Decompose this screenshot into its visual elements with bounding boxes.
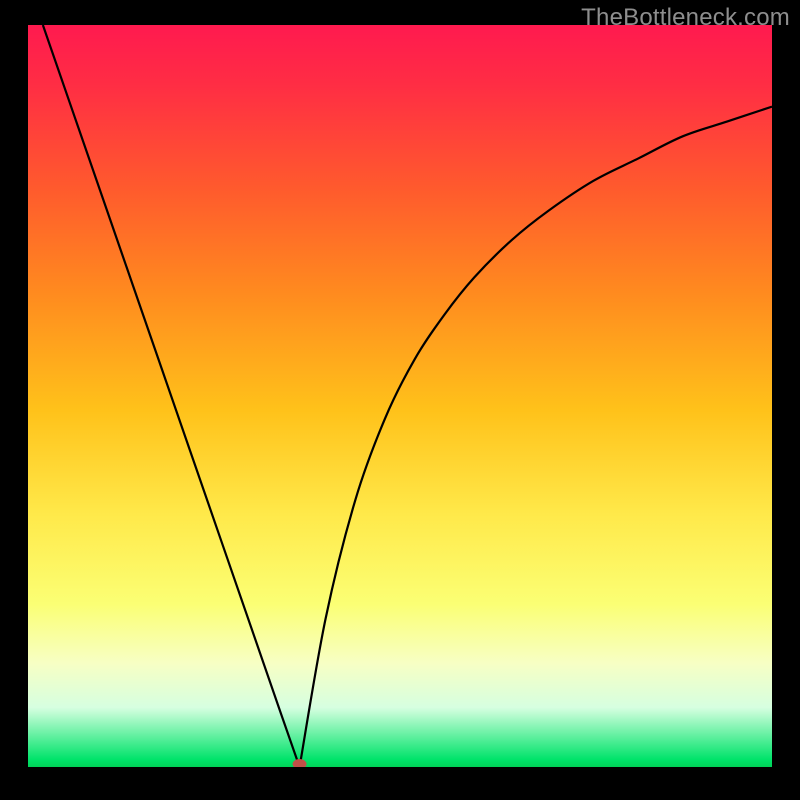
chart-frame: TheBottleneck.com [0,0,800,800]
plot-area [28,25,772,767]
left-branch-line [43,25,300,767]
curve-svg [28,25,772,767]
min-point-marker [293,759,307,767]
right-branch-line [300,107,772,767]
